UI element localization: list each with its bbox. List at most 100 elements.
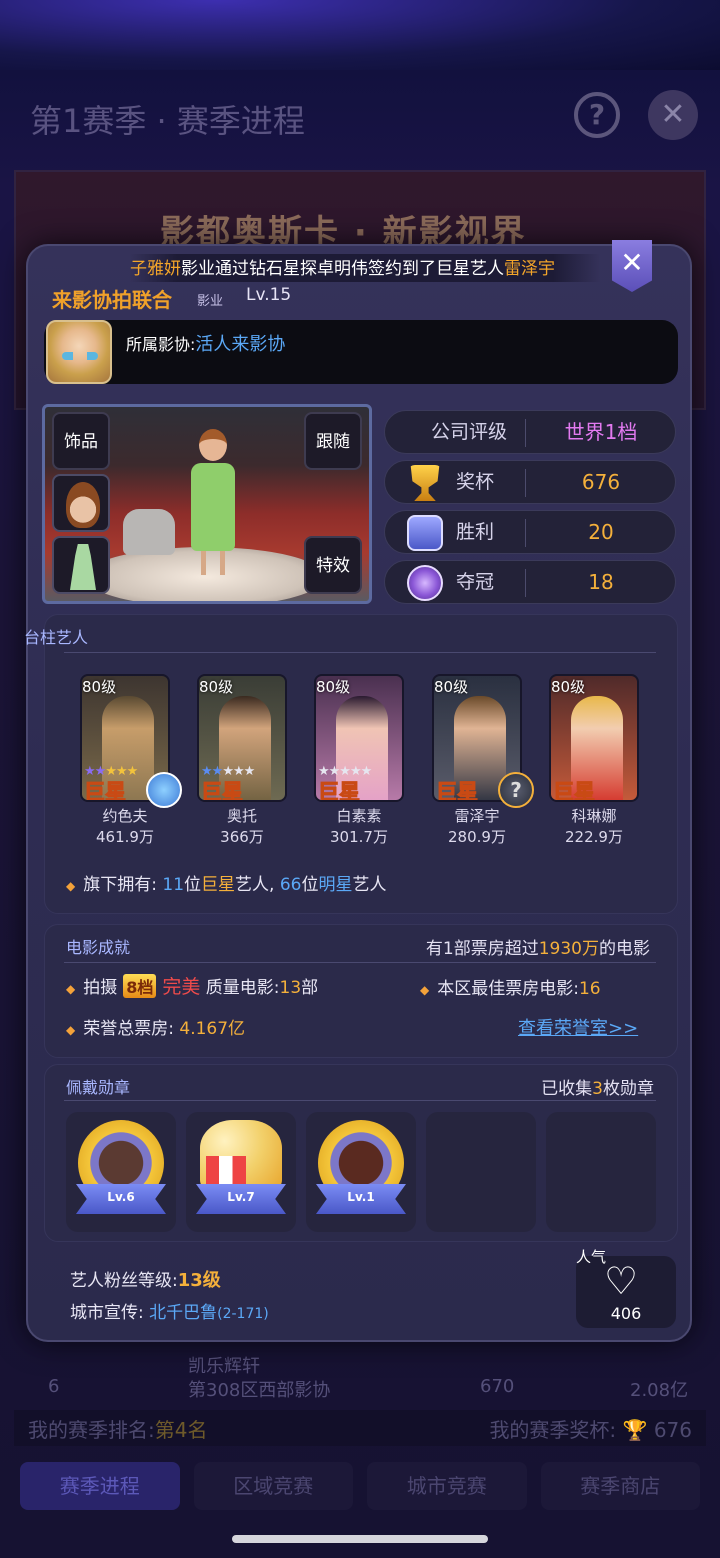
artist-tier: 巨星 — [201, 780, 244, 802]
artist-tier: 巨星 — [553, 780, 596, 802]
ranking-row-name: 凯乐辉轩 — [188, 1356, 260, 1377]
bullet-icon: ◆ — [66, 982, 76, 996]
movie-section-summary: 有1部票房超过1930万的电影 — [425, 939, 650, 959]
hair-icon — [66, 482, 100, 528]
artist-name: 白素素 — [336, 807, 382, 825]
artist-value: 222.9万 — [565, 828, 623, 846]
ranking-row-value: 2.08亿 — [630, 1380, 689, 1401]
page-close-icon[interactable]: ✕ — [648, 90, 698, 140]
artist-name: 奥托 — [226, 807, 257, 825]
character-figure — [185, 429, 241, 575]
artist-name: 科琳娜 — [571, 807, 617, 825]
ranking-row-sub: 第308区西部影协 — [188, 1380, 331, 1401]
bottom-tabs: 赛季进程 区域竞赛 城市竞赛 赛季商店 — [20, 1462, 700, 1510]
page-title: 第1赛季 · 赛季进程 — [30, 102, 305, 140]
medal-slot[interactable]: Lv.7 — [186, 1112, 296, 1232]
medal-slot[interactable]: Lv.1 — [306, 1112, 416, 1232]
my-rank: 我的赛季排名:第4名 — [28, 1417, 208, 1442]
artist-tier: 巨星 — [436, 780, 479, 802]
divider — [64, 1100, 656, 1101]
heart-icon[interactable]: ♡ — [604, 1262, 638, 1300]
medal-slot-empty[interactable] — [546, 1112, 656, 1232]
divider — [64, 652, 656, 653]
artist-level: 80级 — [316, 678, 351, 696]
popularity-label: 人气 — [576, 1248, 607, 1266]
fan-level: 艺人粉丝等级:13级 — [70, 1270, 221, 1291]
stat-trophy: 奖杯 676 — [384, 460, 676, 504]
artist-value: 366万 — [220, 828, 264, 846]
artist-level: 80级 — [82, 678, 117, 696]
artist-card[interactable]: 80级 ★★★★★ 巨星 — [314, 674, 404, 802]
ranking-row: 6 凯乐辉轩 第308区西部影协 670 2.08亿 — [40, 1350, 700, 1401]
unknown-badge-icon: ? — [498, 772, 534, 808]
medal-slot[interactable]: Lv.6 — [66, 1112, 176, 1232]
tab-season-progress[interactable]: 赛季进程 — [20, 1462, 180, 1510]
honor-box-office: ◆ 荣誉总票房: 4.167亿 — [66, 1019, 246, 1039]
avatar[interactable] — [46, 320, 112, 384]
affiliation: 所属影协:活人来影协 — [126, 334, 286, 355]
tier-badge: 8档 — [123, 974, 157, 998]
medal-section-title: 佩戴勋章 — [66, 1078, 131, 1097]
city-promotion: 城市宣传: 北千巴鲁(2-171) — [70, 1303, 269, 1323]
follow-button[interactable]: 跟随 — [304, 412, 362, 470]
rating-value: 世界1档 — [564, 420, 638, 444]
city-link[interactable]: 北千巴鲁(2-171) — [149, 1303, 269, 1323]
reward-trophy-icon: 🏆 — [622, 1417, 648, 1442]
my-rank-bar: 我的赛季排名:第4名 我的赛季奖杯: 🏆 676 — [14, 1410, 706, 1446]
artist-tier: 巨星 — [84, 780, 127, 802]
home-indicator — [232, 1535, 488, 1543]
artist-level: 80级 — [551, 678, 586, 696]
guild-tag: 影业 — [197, 294, 224, 309]
hair-slot[interactable] — [52, 474, 110, 532]
artist-tier: 巨星 — [318, 780, 361, 802]
dress-icon — [70, 544, 96, 590]
tab-city[interactable]: 城市竞赛 — [367, 1462, 527, 1510]
guild-name: 来影协拍联合 — [52, 288, 172, 312]
announcement-marquee: 子雅妍影业通过钻石星探卓明伟签约到了巨星艺人雷泽宇 — [130, 254, 600, 282]
medal-section-summary: 已收集3枚勋章 — [541, 1079, 654, 1099]
tab-regional[interactable]: 区域竞赛 — [193, 1462, 353, 1510]
popularity-value: 406 — [610, 1304, 642, 1323]
background-top-glow — [0, 0, 720, 70]
view-honor-room-link[interactable]: 查看荣誉室>> — [518, 1014, 638, 1040]
tab-season-shop[interactable]: 赛季商店 — [540, 1462, 700, 1510]
medal-slot-empty[interactable] — [426, 1112, 536, 1232]
artist-card[interactable]: 80级 巨星 — [549, 674, 639, 802]
artist-level: 80级 — [434, 678, 469, 696]
effects-button[interactable]: 特效 — [304, 536, 362, 594]
stat-victory: 胜利 20 — [384, 510, 676, 554]
affiliation-link[interactable]: 活人来影协 — [195, 334, 285, 355]
stat-champion: 夺冠 18 — [384, 560, 676, 604]
artists-section-title: 台柱艺人 — [24, 628, 89, 647]
champion-value: 18 — [588, 570, 614, 594]
my-reward: 我的赛季奖杯: 🏆 676 — [489, 1417, 692, 1442]
victory-value: 20 — [588, 520, 614, 544]
medal-level: Lv.7 — [227, 1190, 255, 1204]
ranking-row-rank: 6 — [48, 1376, 60, 1397]
movies-shot: ◆ 拍摄 8档 完美 质量电影:13部 — [66, 974, 319, 998]
artist-level: 80级 — [199, 678, 234, 696]
bullet-icon: ◆ — [420, 983, 430, 997]
movie-section-title: 电影成就 — [66, 938, 131, 957]
stat-rating: 公司评级 世界1档 — [384, 410, 676, 454]
help-icon[interactable]: ? — [574, 92, 620, 138]
artist-value: 301.7万 — [330, 828, 388, 846]
artists-owned: ◆ 旗下拥有: 11位巨星艺人, 66位明星艺人 — [66, 875, 387, 895]
medal-level: Lv.1 — [347, 1190, 375, 1204]
medal-level: Lv.6 — [107, 1190, 135, 1204]
artist-value: 280.9万 — [448, 828, 506, 846]
ranking-row-score: 670 — [480, 1376, 515, 1397]
artist-name: 雷泽宇 — [454, 807, 500, 825]
stage-chair — [123, 509, 175, 555]
accessory-button[interactable]: 饰品 — [52, 412, 110, 470]
airplane-badge-icon — [146, 772, 182, 808]
artist-name: 约色夫 — [102, 807, 148, 825]
divider — [64, 962, 656, 963]
bullet-icon: ◆ — [66, 879, 76, 893]
artist-card[interactable]: 80级 ★★★★★ 巨星 — [197, 674, 287, 802]
artist-value: 461.9万 — [96, 828, 154, 846]
best-movie: ◆ 本区最佳票房电影:16 — [420, 979, 601, 999]
outfit-slot[interactable] — [52, 536, 110, 594]
bullet-icon: ◆ — [66, 1023, 76, 1037]
trophy-value: 676 — [581, 470, 621, 494]
